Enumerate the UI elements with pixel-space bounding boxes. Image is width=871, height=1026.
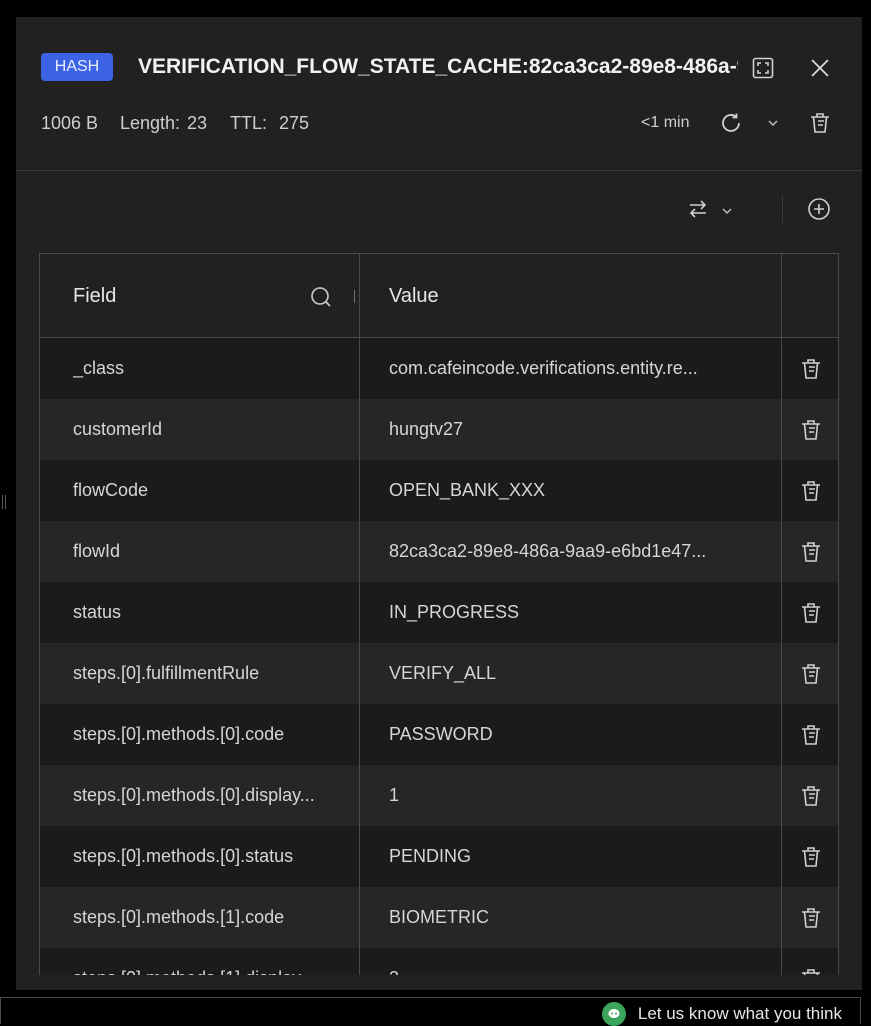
toolbar-divider xyxy=(782,195,783,223)
fullscreen-button[interactable] xyxy=(749,54,777,82)
key-name-title: VERIFICATION_FLOW_STATE_CACHE:82ca3ca2-8… xyxy=(138,55,738,78)
add-field-button[interactable] xyxy=(805,195,833,223)
trash-icon xyxy=(801,480,820,501)
value-cell[interactable]: IN_PROGRESS xyxy=(389,582,769,643)
trash-icon xyxy=(811,113,829,133)
feedback-bar: Let us know what you think xyxy=(0,997,861,1026)
hash-fields-table: Field Value _class com.cafeincode.verific… xyxy=(39,253,839,975)
column-header-field: Field xyxy=(73,285,117,307)
fullscreen-icon xyxy=(752,57,774,79)
feedback-icon xyxy=(601,1002,626,1026)
refresh-button[interactable] xyxy=(717,109,745,137)
trash-icon xyxy=(801,907,820,928)
value-cell[interactable]: PASSWORD xyxy=(389,704,769,765)
field-cell[interactable]: flowId xyxy=(73,521,355,582)
table-body: _class com.cafeincode.verifications.entit… xyxy=(40,338,838,975)
value-cell[interactable]: com.cafeincode.verifications.entity.re..… xyxy=(389,338,769,399)
trash-icon xyxy=(801,785,820,806)
format-button[interactable] xyxy=(684,195,712,223)
close-button[interactable] xyxy=(806,54,834,82)
refresh-icon xyxy=(722,113,740,132)
value-cell[interactable]: hungtv27 xyxy=(389,399,769,460)
key-ttl-value[interactable]: 275 xyxy=(279,111,309,135)
table-row[interactable]: steps.[0].methods.[1].code BIOMETRIC xyxy=(40,887,838,948)
delete-field-button[interactable] xyxy=(781,643,838,704)
table-row[interactable]: _class com.cafeincode.verifications.entit… xyxy=(40,338,838,399)
table-row[interactable]: status IN_PROGRESS xyxy=(40,582,838,643)
format-dropdown[interactable] xyxy=(717,201,737,221)
feedback-label: Let us know what you think xyxy=(637,1004,842,1023)
field-cell[interactable]: steps.[0].methods.[0].display... xyxy=(73,765,355,826)
value-cell[interactable]: 1 xyxy=(389,765,769,826)
delete-field-button[interactable] xyxy=(781,338,838,399)
key-details-panel: HASH VERIFICATION_FLOW_STATE_CACHE:82ca3… xyxy=(16,17,862,990)
value-cell[interactable]: 82ca3ca2-89e8-486a-9aa9-e6bd1e47... xyxy=(389,521,769,582)
value-cell[interactable]: OPEN_BANK_XXX xyxy=(389,460,769,521)
field-cell[interactable]: steps.[0].methods.[0].status xyxy=(73,826,355,887)
delete-field-button[interactable] xyxy=(781,582,838,643)
search-field-button[interactable] xyxy=(308,284,334,310)
field-cell[interactable]: steps.[0].fulfillmentRule xyxy=(73,643,355,704)
column-separator xyxy=(359,254,360,975)
panel-resize-handle[interactable] xyxy=(2,495,6,509)
field-cell[interactable]: steps.[0].methods.[1].display... xyxy=(73,948,355,975)
trash-icon xyxy=(801,541,820,562)
search-icon xyxy=(311,287,331,307)
field-cell[interactable]: steps.[0].methods.[0].code xyxy=(73,704,355,765)
trash-icon xyxy=(801,724,820,745)
trash-icon xyxy=(801,419,820,440)
field-cell[interactable]: flowCode xyxy=(73,460,355,521)
delete-field-button[interactable] xyxy=(781,887,838,948)
value-cell[interactable]: PENDING xyxy=(389,826,769,887)
table-row[interactable]: customerId hungtv27 xyxy=(40,399,838,460)
add-circle-icon xyxy=(808,198,830,220)
trash-icon xyxy=(801,663,820,684)
delete-field-button[interactable] xyxy=(781,399,838,460)
key-header: HASH VERIFICATION_FLOW_STATE_CACHE:82ca3… xyxy=(16,17,862,171)
delete-field-button[interactable] xyxy=(781,826,838,887)
field-cell[interactable]: steps.[0].methods.[1].code xyxy=(73,887,355,948)
table-row[interactable]: steps.[0].methods.[0].display... 1 xyxy=(40,765,838,826)
value-cell[interactable]: BIOMETRIC xyxy=(389,887,769,948)
delete-field-button[interactable] xyxy=(781,704,838,765)
value-cell[interactable]: VERIFY_ALL xyxy=(389,643,769,704)
key-type-badge: HASH xyxy=(41,53,113,81)
trash-icon xyxy=(801,968,820,975)
swap-arrows-icon xyxy=(689,200,707,218)
close-icon xyxy=(811,59,829,77)
trash-icon xyxy=(801,358,820,379)
table-row[interactable]: flowId 82ca3ca2-89e8-486a-9aa9-e6bd1e47..… xyxy=(40,521,838,582)
table-row[interactable]: steps.[0].fulfillmentRule VERIFY_ALL xyxy=(40,643,838,704)
table-row[interactable]: steps.[0].methods.[1].display... 2 xyxy=(40,948,838,975)
key-size: 1006 B xyxy=(41,113,99,133)
table-row[interactable]: flowCode OPEN_BANK_XXX xyxy=(40,460,838,521)
key-length-value: 23 xyxy=(187,113,208,133)
chevron-down-icon xyxy=(722,208,732,215)
trash-icon xyxy=(801,846,820,867)
trash-icon xyxy=(801,602,820,623)
table-row[interactable]: steps.[0].methods.[0].status PENDING xyxy=(40,826,838,887)
table-header: Field Value xyxy=(40,254,838,338)
column-header-value: Value xyxy=(389,285,439,307)
delete-field-button[interactable] xyxy=(781,460,838,521)
column-separator xyxy=(781,254,782,975)
delete-field-button[interactable] xyxy=(781,521,838,582)
delete-field-button[interactable] xyxy=(781,765,838,826)
field-cell[interactable]: customerId xyxy=(73,399,355,460)
auto-refresh-dropdown[interactable] xyxy=(763,113,783,133)
delete-field-button[interactable] xyxy=(781,948,838,975)
feedback-link[interactable]: Let us know what you think xyxy=(601,1002,842,1026)
value-cell[interactable]: 2 xyxy=(389,948,769,975)
key-ttl-label: TTL: xyxy=(230,113,268,133)
table-row[interactable]: steps.[0].methods.[0].code PASSWORD xyxy=(40,704,838,765)
key-length-label: Length: xyxy=(120,113,181,133)
field-cell[interactable]: _class xyxy=(73,338,355,399)
refresh-interval: <1 min xyxy=(641,114,690,131)
field-cell[interactable]: status xyxy=(73,582,355,643)
delete-key-button[interactable] xyxy=(806,109,834,137)
chevron-down-icon xyxy=(768,120,778,127)
